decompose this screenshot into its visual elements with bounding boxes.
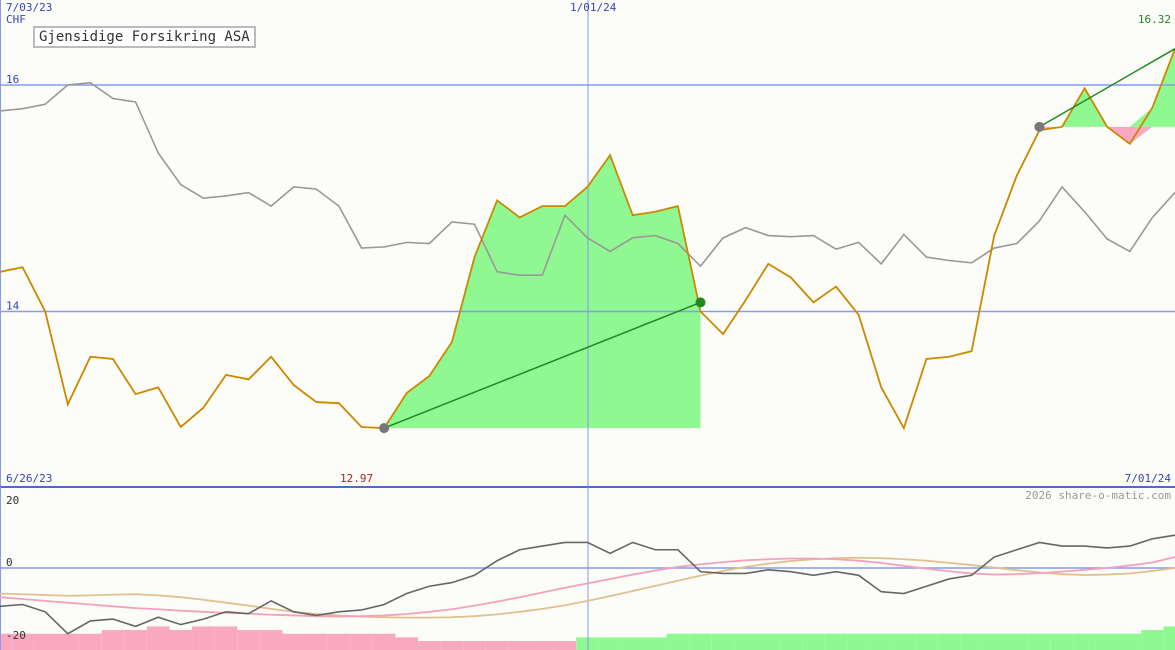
osc-y-tick--20: -20 (6, 629, 26, 642)
histogram-bar (937, 633, 961, 650)
trend-start-marker-1 (1034, 121, 1045, 132)
histogram-bar (418, 641, 441, 650)
histogram-bar (395, 637, 419, 650)
histogram-bar (463, 641, 486, 650)
histogram-bar (1073, 633, 1096, 650)
histogram-bar (598, 637, 622, 650)
histogram-bar (56, 633, 80, 650)
histogram-bar (779, 633, 803, 650)
histogram-bar (1095, 633, 1119, 650)
histogram-bar (33, 633, 57, 650)
histogram-bar (802, 633, 825, 650)
histogram-bar (485, 641, 509, 650)
histogram-bar (372, 633, 396, 650)
histogram-bar (1050, 633, 1074, 650)
histogram-bar (101, 630, 125, 650)
histogram-bar (1163, 626, 1175, 650)
histogram-bar (350, 633, 373, 650)
histogram-bar (960, 633, 983, 650)
histogram-bar (621, 637, 644, 650)
osc-y-tick-20: 20 (6, 494, 19, 507)
currency-label: CHF (6, 13, 26, 26)
histogram-bar (327, 633, 351, 650)
histogram-bar (282, 633, 306, 650)
osc-y-tick-0: 0 (6, 556, 13, 569)
histogram-bar (508, 641, 532, 650)
end-date-label: 7/01/24 (1124, 472, 1171, 485)
histogram-bar (643, 637, 667, 650)
histogram-bar (824, 633, 848, 650)
y-tick-16: 16 (6, 73, 19, 86)
histogram-bar (982, 633, 1006, 650)
histogram-bar (146, 626, 170, 650)
histogram-bar (553, 641, 577, 650)
histogram-bar (259, 630, 283, 650)
histogram-bar (440, 641, 464, 650)
histogram-bar (892, 633, 916, 650)
histogram-bar (169, 630, 193, 650)
bottom-start-date: 6/26/23 (6, 472, 53, 485)
histogram-bar (689, 633, 712, 650)
y-tick-14: 14 (6, 299, 20, 312)
histogram-bar (847, 633, 870, 650)
histogram-bar (1118, 633, 1142, 650)
histogram-bar (79, 633, 102, 650)
histogram-bar (915, 633, 938, 650)
histogram-bar (1005, 633, 1029, 650)
histogram-bar (305, 633, 328, 650)
trend-end-marker-0 (695, 297, 706, 308)
low-price-label: 12.97 (340, 472, 374, 485)
histogram-bar (1028, 633, 1051, 650)
histogram-bar (869, 633, 893, 650)
histogram-bar (756, 633, 780, 650)
mid-date-label: 1/01/24 (570, 1, 617, 14)
histogram-bar (734, 633, 757, 650)
histogram-bar (1141, 630, 1164, 650)
watermark: 2026 share-o-matic.com (1025, 489, 1171, 502)
histogram-bar (214, 626, 238, 650)
histogram-bar (237, 630, 260, 650)
chart-title: Gjensidige Forsikring ASA (33, 26, 256, 48)
histogram-bar (711, 633, 735, 650)
price-chart: 14 16 20 0 -20 (0, 0, 1175, 650)
histogram-bar (192, 626, 215, 650)
trend-start-marker-0 (379, 423, 390, 434)
histogram-bar (531, 641, 554, 650)
histogram-bar (666, 633, 690, 650)
last-price-label: 16.32 (1137, 13, 1171, 26)
histogram-bar (124, 630, 147, 650)
